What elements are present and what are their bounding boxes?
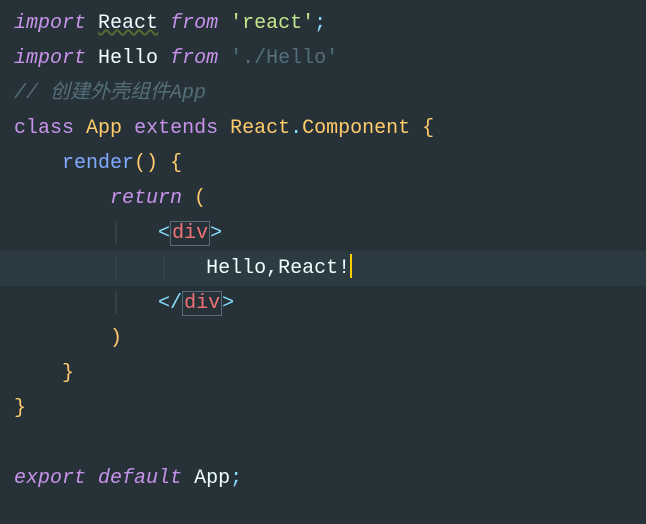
jsx-text: Hello,React! xyxy=(206,257,350,280)
keyword-from: from xyxy=(170,12,218,35)
paren-close: ) xyxy=(110,327,122,350)
paren-open: ( xyxy=(194,187,206,210)
code-line: class App extends React.Component { xyxy=(14,111,632,146)
indent-guide: │ xyxy=(110,222,122,245)
identifier-react: React xyxy=(98,12,158,35)
string-quote: ' xyxy=(326,47,338,70)
string-quote: ' xyxy=(230,12,242,35)
keyword-return: return xyxy=(110,187,182,210)
code-line: } xyxy=(14,356,632,391)
brace-close: } xyxy=(14,397,26,420)
jsx-bracket: < xyxy=(158,222,170,245)
keyword-import: import xyxy=(14,47,86,70)
code-line: export default App; xyxy=(14,461,632,496)
code-line: ) xyxy=(14,321,632,356)
identifier-hello: Hello xyxy=(98,47,158,70)
text-cursor xyxy=(350,254,352,278)
indent-guide: │ xyxy=(110,257,122,280)
code-line: } xyxy=(14,391,632,426)
brace-open: { xyxy=(170,152,182,175)
class-name-app: App xyxy=(86,117,122,140)
jsx-tag-div: div xyxy=(184,292,220,315)
jsx-bracket: > xyxy=(222,292,234,315)
code-editor[interactable]: import React from 'react'; import Hello … xyxy=(14,6,632,496)
indent-guide: │ xyxy=(158,257,170,280)
indent-guide: │ xyxy=(110,292,122,315)
jsx-bracket: </ xyxy=(158,292,182,315)
parens: () xyxy=(134,152,158,175)
identifier-component: Component xyxy=(302,117,410,140)
jsx-bracket: > xyxy=(210,222,222,245)
keyword-class: class xyxy=(14,117,74,140)
code-line: │ </div> xyxy=(14,286,632,321)
string-content: ./Hello xyxy=(242,47,326,70)
code-line-active: │ │ Hello,React! xyxy=(0,251,646,286)
keyword-extends: extends xyxy=(134,117,218,140)
code-line: render() { xyxy=(14,146,632,181)
semicolon: ; xyxy=(314,12,326,35)
identifier-react: React xyxy=(230,117,290,140)
code-line: import React from 'react'; xyxy=(14,6,632,41)
string-quote: ' xyxy=(230,47,242,70)
identifier-app: App xyxy=(194,467,230,490)
string-quote: ' xyxy=(302,12,314,35)
code-line-empty xyxy=(14,426,632,461)
semicolon: ; xyxy=(230,467,242,490)
keyword-from: from xyxy=(170,47,218,70)
jsx-tag-div: div xyxy=(172,222,208,245)
comment: // 创建外壳组件App xyxy=(14,82,206,105)
keyword-export: export xyxy=(14,467,86,490)
dot: . xyxy=(290,117,302,140)
method-render: render xyxy=(62,152,134,175)
keyword-import: import xyxy=(14,12,86,35)
code-line: return ( xyxy=(14,181,632,216)
string-content: react xyxy=(242,12,302,35)
code-line: │ <div> xyxy=(14,216,632,251)
code-line: import Hello from './Hello' xyxy=(14,41,632,76)
brace-open: { xyxy=(422,117,434,140)
code-line: // 创建外壳组件App xyxy=(14,76,632,111)
brace-close: } xyxy=(62,362,74,385)
keyword-default: default xyxy=(98,467,182,490)
